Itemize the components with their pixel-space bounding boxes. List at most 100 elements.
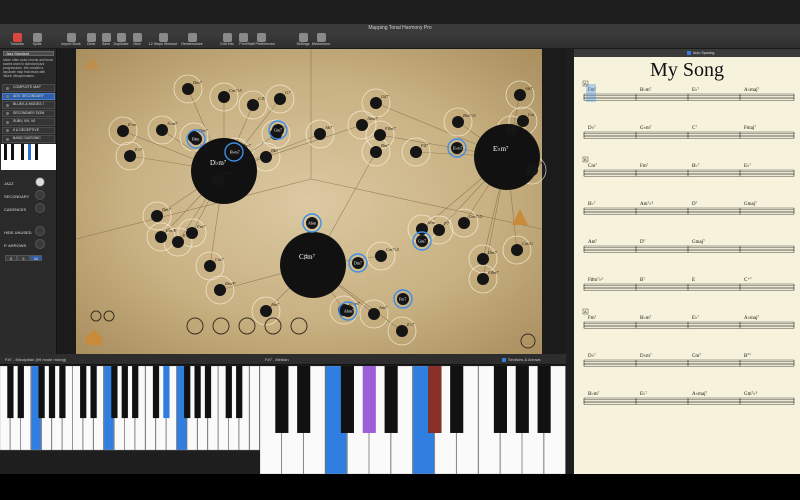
score-chord-symbol[interactable]: D⁷ (640, 239, 646, 245)
p-arrows-toggle[interactable] (35, 239, 45, 249)
score-chord-symbol[interactable]: B♭⁷ (692, 163, 700, 169)
pentagon-icon[interactable] (238, 317, 256, 335)
score-chord-symbol[interactable]: D♭⁷ (588, 353, 596, 359)
black-key[interactable] (152, 366, 160, 419)
secondary-knob[interactable] (35, 190, 45, 200)
score-staff-row[interactable]: B♭m⁷ E♭⁷ A♭maj⁷ Gm⁷♭⁵ (583, 391, 795, 405)
map-canvas[interactable]: D♭m⁷ E♭m⁷ C♯m⁷ Dm7 Cm7♭5 G7 E♭m A♭m7 Bm7 C/E F♯7 E♭… (58, 49, 566, 354)
score-chord-symbol[interactable]: E♭⁷ (692, 87, 699, 93)
highlighted-black-key[interactable] (428, 366, 442, 433)
score-staff-row[interactable]: D♭⁷ D♭m⁷ Cm⁷ B°⁷ (583, 353, 795, 367)
black-key[interactable] (111, 366, 118, 419)
preset-item[interactable]: BASIC DIATONIC (2, 135, 55, 143)
score-chord-symbol[interactable]: D♭m⁷ (640, 353, 652, 359)
black-key[interactable] (493, 366, 507, 433)
hide-unused-toggle[interactable] (35, 226, 45, 236)
black-key[interactable] (384, 366, 398, 433)
left-piano-keyboard[interactable] (0, 366, 260, 474)
segment-option[interactable]: All (29, 255, 42, 261)
score-chord-symbol[interactable]: B⁷ (640, 277, 645, 283)
black-key[interactable] (17, 366, 24, 419)
cadences-knob[interactable] (35, 203, 45, 213)
black-key[interactable] (450, 366, 464, 433)
right-piano-keyboard[interactable] (260, 366, 566, 474)
score-chord-symbol[interactable]: E♭⁷ (640, 391, 647, 397)
score-chord-symbol[interactable]: B♭m⁷ (588, 391, 600, 397)
score-chord-symbol[interactable]: C⁷ (692, 125, 697, 131)
reset-icon[interactable] (186, 317, 204, 335)
mini-black-key[interactable] (35, 144, 38, 160)
score-chord-symbol[interactable]: Cm⁷ (588, 163, 597, 169)
white-key[interactable] (249, 366, 260, 451)
score-staves[interactable]: AFm⁷ B♭m⁷ E♭⁷ A♭maj⁷D♭⁷ G♭m⁷ C⁷ Fmaj⁷BCm⁷ Fm⁷ B♭… (574, 49, 800, 474)
map-preset-dropdown[interactable]: Jazz Standard (3, 51, 54, 56)
count-segmented-control[interactable]: 8 5 All (5, 255, 42, 261)
score-chord-symbol[interactable]: A♭maj⁷ (744, 315, 759, 321)
score-chord-symbol[interactable]: E♭⁷ (744, 163, 751, 169)
black-key[interactable] (7, 366, 14, 419)
undo-icon[interactable] (90, 310, 102, 322)
score-chord-symbol[interactable]: D⁷ (692, 201, 698, 207)
black-key[interactable] (163, 366, 170, 419)
mini-black-key[interactable] (11, 144, 14, 160)
black-key[interactable] (275, 366, 289, 433)
preset-item[interactable]: BLUES & MODES I (2, 101, 55, 109)
score-staff-row[interactable]: B♭⁷ Am⁷♭⁵ D⁷ Gmaj⁷ (583, 201, 795, 215)
score-chord-symbol[interactable]: B♭m⁷ (640, 87, 652, 93)
score-chord-symbol[interactable]: Am⁷ (588, 239, 598, 245)
preset-item[interactable]: COMPLETE MAP (2, 84, 55, 92)
score-chord-symbol[interactable]: B♭⁷ (588, 201, 596, 207)
home-icon[interactable] (86, 330, 102, 345)
preset-item[interactable]: SUBV, II/II, V/I (2, 118, 55, 126)
score-chord-symbol[interactable]: Gmaj⁷ (744, 201, 757, 207)
score-chord-symbol[interactable]: F♯m⁷♭⁵ (588, 277, 603, 283)
score-chord-symbol[interactable]: G♭m⁷ (640, 125, 652, 131)
info-icon[interactable] (520, 333, 536, 349)
score-staff-row[interactable]: AFm⁷ B♭m⁷ E♭⁷ A♭maj⁷ (582, 80, 795, 101)
score-chord-symbol[interactable]: Am⁷♭⁵ (640, 201, 654, 207)
toolbar-button-reharmonize[interactable]: Reharmonize (177, 32, 207, 49)
score-staff-row[interactable]: D♭⁷ G♭m⁷ C⁷ Fmaj⁷ (583, 125, 795, 139)
toolbar-button-metronome[interactable]: Metronome (306, 32, 336, 49)
toolbar-button-splits[interactable]: Splits (22, 32, 52, 49)
black-key[interactable] (184, 366, 191, 419)
score-chord-symbol[interactable]: Cm⁷ (692, 353, 701, 359)
score-chord-symbol[interactable]: Gm⁷♭⁵ (744, 391, 758, 397)
black-key[interactable] (38, 366, 45, 419)
score-chord-symbol[interactable]: A♭maj⁷ (744, 87, 759, 93)
black-key[interactable] (297, 366, 311, 433)
black-key[interactable] (362, 366, 376, 433)
preset-item[interactable]: SECONDARY DOM. (2, 109, 55, 117)
segment-option[interactable]: 5 (17, 255, 30, 261)
segment-option[interactable]: 8 (5, 255, 18, 261)
score-staff-row[interactable]: F♯m⁷♭⁵ B⁷ E C⁺⁷ (583, 277, 795, 291)
score-chord-symbol[interactable]: A♭maj⁷ (692, 391, 707, 397)
mini-black-key[interactable] (21, 144, 24, 160)
jazz-knob[interactable] (35, 177, 45, 187)
preset-item[interactable]: ADV. SECONDARY (2, 92, 55, 100)
mini-black-key[interactable] (4, 144, 7, 160)
black-key[interactable] (90, 366, 97, 419)
black-key[interactable] (225, 366, 232, 419)
black-key[interactable] (515, 366, 529, 433)
redo-icon[interactable] (103, 310, 115, 322)
score-staff-row[interactable]: AFm⁷ B♭m⁷ E♭⁷ A♭maj⁷ (582, 308, 795, 329)
score-chord-symbol[interactable]: B°⁷ (744, 353, 751, 359)
score-chord-symbol[interactable]: B♭m⁷ (640, 315, 652, 321)
score-chord-symbol[interactable]: Gmaj⁷ (692, 239, 705, 245)
black-key[interactable] (48, 366, 56, 419)
warning-icon[interactable] (264, 317, 282, 335)
score-chord-symbol[interactable]: E (692, 278, 695, 283)
tonal-center[interactable] (280, 232, 346, 298)
black-key[interactable] (121, 366, 128, 419)
black-key[interactable] (537, 366, 551, 433)
score-chord-symbol[interactable]: E♭⁷ (692, 315, 699, 321)
score-chord-symbol[interactable]: Fmaj⁷ (744, 125, 756, 131)
black-key[interactable] (194, 366, 201, 419)
black-key[interactable] (132, 366, 139, 419)
black-key[interactable] (204, 366, 212, 419)
score-staff-row[interactable]: BCm⁷ Fm⁷ B♭⁷ E♭⁷ (582, 156, 795, 177)
score-chord-symbol[interactable]: Fm⁷ (640, 163, 649, 169)
sections-arrows-checkbox[interactable]: Sections & Arrows (502, 354, 540, 365)
toolbar-button-12-steps-workout[interactable]: 12 Steps Workout (148, 32, 178, 49)
